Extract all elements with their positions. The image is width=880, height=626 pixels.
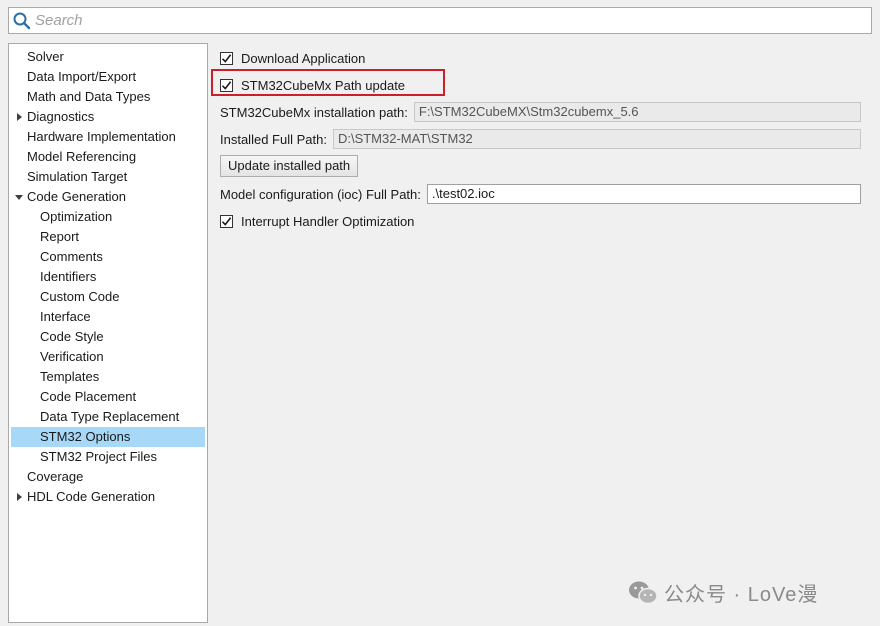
tree-item-label: STM32 Options — [40, 429, 131, 444]
tree-item-report[interactable]: Report — [11, 227, 205, 247]
tree-item-label: Data Import/Export — [27, 69, 137, 84]
tree-item-model-referencing[interactable]: Model Referencing — [11, 147, 205, 167]
ioc-path-label: Model configuration (ioc) Full Path: — [220, 186, 421, 202]
installed-full-path-label: Installed Full Path: — [220, 131, 327, 147]
tree-item-label: Hardware Implementation — [27, 129, 176, 144]
tree-item-label: Code Style — [40, 329, 104, 344]
tree-item-coverage[interactable]: Coverage — [11, 467, 205, 487]
tree-item-label: Data Type Replacement — [40, 409, 180, 424]
tree-item-label: Diagnostics — [27, 109, 95, 124]
tree-item-label: Coverage — [27, 469, 84, 484]
tree-item-solver[interactable]: Solver — [11, 47, 205, 67]
wechat-icon — [629, 581, 658, 604]
installation-path-field[interactable]: F:\STM32CubeMX\Stm32cubemx_5.6 — [413, 102, 861, 122]
path-update-checkbox[interactable] — [220, 79, 233, 92]
tree-item-data-type-replacement[interactable]: Data Type Replacement — [11, 407, 205, 427]
tree-item-label: Custom Code — [40, 289, 120, 304]
installation-path-label: STM32CubeMx installation path: — [220, 104, 408, 120]
download-application-option[interactable]: Download Application — [220, 51, 365, 66]
tree-item-hdl-code-generation[interactable]: HDL Code Generation — [11, 487, 205, 507]
tree-item-simulation-target[interactable]: Simulation Target — [11, 167, 205, 187]
tree-item-label: Solver — [27, 49, 64, 64]
search-input[interactable] — [35, 12, 855, 29]
interrupt-optimization-label: Interrupt Handler Optimization — [241, 214, 415, 229]
chevron-right-icon[interactable] — [14, 107, 24, 127]
watermark-text: 公众号 · LoVe漫 — [664, 584, 819, 606]
tree-item-label: Identifiers — [40, 269, 97, 284]
ioc-path-input[interactable]: .\test02.ioc — [426, 184, 861, 204]
tree-item-label: Optimization — [40, 209, 113, 224]
tree-item-label: Model Referencing — [27, 149, 137, 164]
tree-item-stm32-project-files[interactable]: STM32 Project Files — [11, 447, 205, 467]
tree-item-code-generation[interactable]: Code Generation — [11, 187, 205, 207]
tree-item-math-and-data-types[interactable]: Math and Data Types — [11, 87, 205, 107]
checkmark-icon — [221, 217, 232, 226]
tree-item-custom-code[interactable]: Custom Code — [11, 287, 205, 307]
chevron-down-icon[interactable] — [14, 187, 24, 207]
tree-item-label: Code Placement — [40, 389, 137, 404]
update-path-row: Update installed path — [220, 155, 359, 177]
search-bar[interactable] — [8, 7, 872, 34]
tree-item-code-style[interactable]: Code Style — [11, 327, 205, 347]
tree-item-code-placement[interactable]: Code Placement — [11, 387, 205, 407]
installed-full-path-row: Installed Full Path: D:\STM32-MAT\STM32 — [220, 129, 861, 149]
update-installed-path-button[interactable]: Update installed path — [220, 155, 359, 177]
tree-item-label: Code Generation — [27, 189, 127, 204]
path-update-option[interactable]: STM32CubeMx Path update — [220, 78, 405, 93]
tree-item-identifiers[interactable]: Identifiers — [11, 267, 205, 287]
watermark: 公众号 · LoVe漫 — [628, 578, 818, 607]
tree-item-label: Math and Data Types — [27, 89, 151, 104]
path-update-label: STM32CubeMx Path update — [241, 78, 406, 93]
checkmark-icon — [221, 81, 232, 90]
tree-item-diagnostics[interactable]: Diagnostics — [11, 107, 205, 127]
tree-item-label: Verification — [40, 349, 104, 364]
download-application-label: Download Application — [241, 51, 366, 66]
installation-path-row: STM32CubeMx installation path: F:\STM32C… — [220, 102, 861, 122]
tree-item-optimization[interactable]: Optimization — [11, 207, 205, 227]
ioc-path-row: Model configuration (ioc) Full Path: .\t… — [220, 184, 861, 204]
tree-item-interface[interactable]: Interface — [11, 307, 205, 327]
checkmark-icon — [221, 54, 232, 63]
interrupt-optimization-checkbox[interactable] — [220, 215, 233, 228]
search-icon — [13, 12, 31, 29]
tree-item-label: Comments — [40, 249, 103, 264]
installed-full-path-field[interactable]: D:\STM32-MAT\STM32 — [332, 129, 861, 149]
tree-item-data-import-export[interactable]: Data Import/Export — [11, 67, 205, 87]
tree-item-verification[interactable]: Verification — [11, 347, 205, 367]
tree-item-label: Interface — [40, 309, 91, 324]
tree-item-label: Simulation Target — [27, 169, 128, 184]
chevron-right-icon[interactable] — [14, 487, 24, 507]
interrupt-optimization-option[interactable]: Interrupt Handler Optimization — [220, 214, 414, 229]
tree-item-label: Templates — [40, 369, 100, 384]
tree-item-label: HDL Code Generation — [27, 489, 156, 504]
tree-item-comments[interactable]: Comments — [11, 247, 205, 267]
tree-item-label: Report — [40, 229, 80, 244]
tree-item-templates[interactable]: Templates — [11, 367, 205, 387]
tree-item-label: STM32 Project Files — [40, 449, 158, 464]
options-panel: Download Application STM32CubeMx Path up… — [208, 43, 872, 623]
tree-item-stm32-options[interactable]: STM32 Options — [11, 427, 205, 447]
download-application-checkbox[interactable] — [220, 52, 233, 65]
category-tree[interactable]: Solver Data Import/Export Math and Data Ty… — [8, 43, 208, 623]
tree-item-hardware-implementation[interactable]: Hardware Implementation — [11, 127, 205, 147]
